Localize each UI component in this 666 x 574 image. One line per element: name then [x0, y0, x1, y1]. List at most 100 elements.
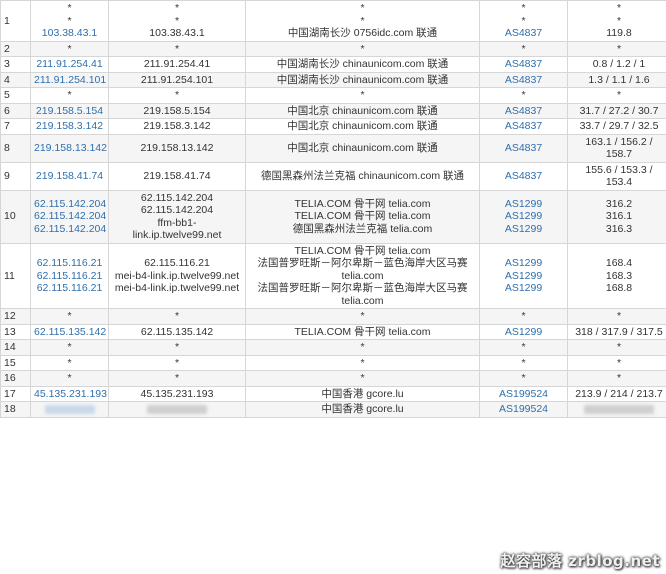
latency-cell: 163.1 / 156.2 /158.7: [567, 133, 666, 163]
ip-link[interactable]: 219.158.41.74: [34, 170, 105, 183]
location-text: *: [360, 42, 365, 55]
latency-text: 33.7 / 29.7 / 32.5: [579, 120, 659, 132]
asn-link[interactable]: AS1299: [483, 210, 564, 223]
ip-cell: *: [30, 370, 109, 387]
ip-link[interactable]: 211.91.254.41: [34, 58, 105, 71]
hostname-cell: *: [108, 339, 246, 356]
asn-link[interactable]: AS1299: [483, 282, 564, 295]
hostname-text: 219.158.3.142: [143, 120, 211, 132]
asn-cell: AS4837: [479, 118, 568, 135]
location-text: telia.com: [341, 294, 384, 307]
location-text: 中国香港 gcore.lu: [321, 403, 404, 415]
location-cell: 中国湖南长沙 chinaunicom.com 联通: [245, 71, 480, 88]
hostname-cell: 62.115.142.204 62.115.142.204 ffm-bb1- link…: [108, 189, 246, 244]
asn-link[interactable]: AS4837: [483, 105, 564, 118]
table-row: 15 * * * * *: [0, 354, 666, 371]
hop-number: 8: [0, 133, 31, 163]
ip-link[interactable]: 219.158.3.142: [34, 120, 105, 133]
hop-number: 10: [0, 189, 31, 244]
ip-text: *: [67, 356, 72, 369]
location-cell: * * 中国湖南长沙 0756idc.com 联通: [245, 0, 480, 42]
ip-cell: 211.91.254.41: [30, 56, 109, 73]
location-text: *: [360, 310, 365, 322]
hostname-text: 62.115.135.142: [140, 325, 214, 338]
asn-text: *: [521, 42, 526, 55]
ip-link[interactable]: 62.115.142.204: [34, 210, 106, 223]
table-row: 18 中国香港 gcore.lu AS199524: [0, 401, 666, 418]
ip-link[interactable]: 103.38.43.1: [34, 27, 105, 40]
asn-link[interactable]: AS1299: [483, 270, 564, 283]
asn-link[interactable]: AS4837: [483, 120, 564, 133]
latency-text: *: [616, 310, 622, 322]
latency-text: *: [616, 356, 622, 369]
asn-link[interactable]: AS199524: [483, 388, 564, 401]
ip-link[interactable]: 219.158.13.142: [34, 142, 107, 155]
hop-number: 17: [0, 385, 31, 402]
asn-link[interactable]: AS4837: [483, 142, 564, 155]
ip-link[interactable]: 45.135.231.193: [34, 388, 107, 401]
asn-link[interactable]: AS1299: [483, 198, 564, 211]
latency-text: 168.3: [605, 269, 633, 282]
ip-link[interactable]: 62.115.116.21: [34, 257, 105, 270]
hostname-text: 219.158.5.154: [143, 104, 211, 117]
ip-cell: 45.135.231.193: [30, 385, 109, 402]
hostname-text: 219.158.41.74: [143, 169, 211, 182]
hostname-cell: 219.158.13.142: [108, 133, 246, 163]
location-text: telia.com: [341, 269, 384, 282]
location-text: *: [360, 341, 365, 353]
asn-cell: AS4837: [479, 133, 568, 163]
ip-link[interactable]: 62.115.142.204: [34, 223, 106, 236]
asn-link[interactable]: AS4837: [483, 74, 564, 87]
asn-cell: *: [479, 40, 568, 57]
ip-cell: 219.158.5.154: [30, 102, 109, 119]
hop-number: 6: [0, 102, 31, 119]
hostname-text: mei-b4-link.ip.twelve99.net: [114, 269, 240, 282]
latency-text: 119.8: [606, 27, 632, 39]
latency-text: 163.1 / 156.2 /: [585, 135, 653, 148]
latency-cell: 155.6 / 153.3 /153.4: [567, 161, 666, 191]
asn-cell: *: [479, 354, 568, 371]
asn-cell: * * AS4837: [479, 0, 568, 42]
ip-text: *: [67, 42, 72, 55]
location-text: 德国黑森州法兰克福 telia.com: [292, 222, 433, 235]
ip-cell: *: [30, 339, 109, 356]
asn-cell: *: [479, 308, 568, 325]
location-cell: *: [245, 370, 480, 387]
ip-link[interactable]: 62.115.116.21: [34, 282, 105, 295]
latency-text: 168.4: [605, 257, 633, 269]
location-text: 中国湖南长沙 chinaunicom.com 联通: [276, 58, 449, 70]
location-cell: TELIA.COM 骨干网 telia.com TELIA.COM 骨干网 tel…: [245, 189, 480, 244]
location-text: *: [360, 89, 365, 101]
latency-text: 31.7 / 27.2 / 30.7: [579, 104, 659, 117]
hop-number: 1: [0, 0, 31, 42]
ip-link[interactable]: 219.158.5.154: [34, 105, 105, 118]
hostname-cell: *: [108, 354, 246, 371]
asn-link[interactable]: AS4837: [483, 170, 564, 183]
latency-text: 318 / 317.9 / 317.5: [575, 325, 663, 338]
asn-link[interactable]: AS199524: [483, 403, 564, 416]
latency-text: *: [616, 89, 622, 101]
ip-link[interactable]: 62.115.116.21: [34, 270, 105, 283]
hostname-text: *: [174, 341, 180, 353]
hop-number: 12: [0, 308, 31, 325]
hostname-text: *: [174, 372, 180, 384]
ip-link[interactable]: 62.115.142.204: [34, 198, 106, 211]
hop-number: 2: [0, 40, 31, 57]
redacted-value: [584, 404, 654, 414]
location-cell: 中国香港 gcore.lu: [245, 401, 480, 418]
ip-cell: 62.115.142.204 62.115.142.204 62.115.142.2…: [30, 189, 109, 244]
asn-link[interactable]: AS4837: [483, 27, 564, 40]
asn-link[interactable]: AS1299: [483, 223, 564, 236]
asn-text: *: [521, 14, 526, 27]
latency-cell: 31.7 / 27.2 / 30.7: [567, 102, 666, 119]
latency-cell: *: [567, 354, 666, 371]
hostname-text: 45.135.231.193: [140, 387, 214, 400]
ip-link[interactable]: 211.91.254.101: [34, 74, 106, 87]
hostname-text: 211.91.254.101: [140, 73, 214, 86]
asn-link[interactable]: AS1299: [483, 257, 564, 270]
asn-link[interactable]: AS1299: [483, 326, 564, 339]
ip-link[interactable]: 62.115.135.142: [34, 326, 106, 339]
table-row: 2 * * * * *: [0, 40, 666, 57]
latency-text: *: [616, 2, 622, 14]
asn-link[interactable]: AS4837: [483, 58, 564, 71]
